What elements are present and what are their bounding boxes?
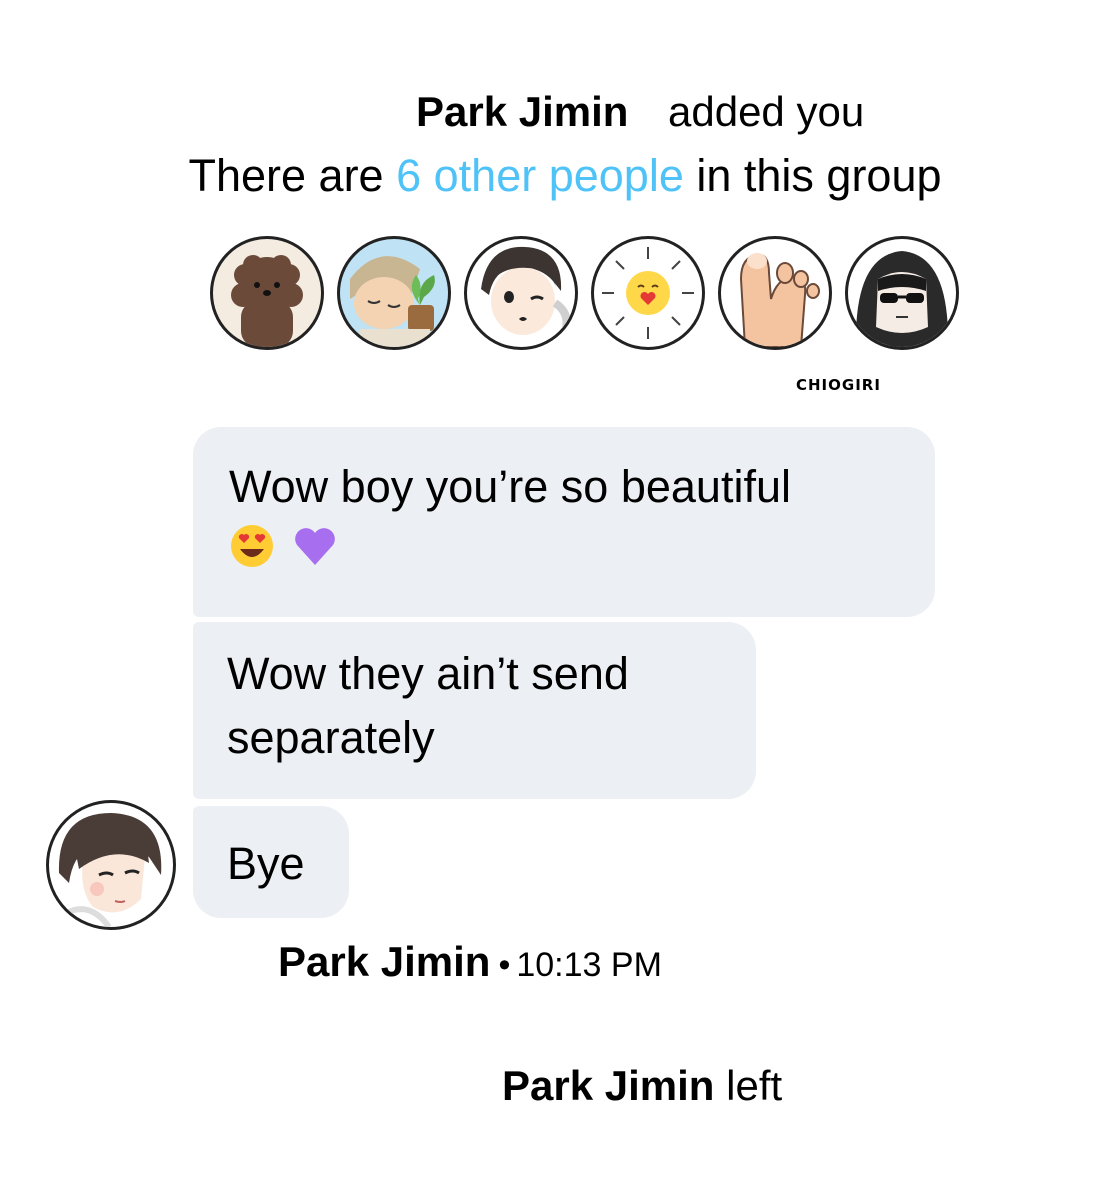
left-text: left (726, 1062, 783, 1109)
added-by-name[interactable]: Park Jimin (416, 88, 628, 136)
heart-eyes-emoji-icon (229, 522, 275, 586)
winking-boy-icon[interactable] (464, 236, 578, 350)
left-name[interactable]: Park Jimin (502, 1062, 714, 1109)
sender-name[interactable]: Park Jimin (278, 938, 490, 985)
message-emojis (229, 519, 899, 586)
foot-icon[interactable] (718, 236, 832, 350)
sun-with-heart-icon[interactable] (591, 236, 705, 350)
other-people-link[interactable]: 6 other people (396, 150, 684, 201)
purple-heart-icon (292, 522, 338, 586)
added-you-text: added you (668, 88, 865, 135)
message-time: 10:13 PM (516, 946, 662, 984)
count-suffix: in this group (696, 150, 942, 201)
message-bubble[interactable]: Bye (193, 806, 349, 918)
message-text: Wow boy you’re so beautiful (229, 461, 791, 512)
meta-separator: • (498, 946, 511, 984)
sleeping-boy-with-plant-icon[interactable] (337, 236, 451, 350)
message-text: Wow they ain’t send (227, 648, 629, 699)
count-prefix: There are (188, 150, 384, 201)
message-text: separately (227, 712, 435, 763)
message-meta: Park Jimin • 10:13 PM (278, 938, 662, 986)
brown-dog-icon[interactable] (210, 236, 324, 350)
left-notice: Park Jimin left (502, 1062, 782, 1110)
boy-portrait-avatar-icon[interactable] (46, 800, 176, 930)
member-avatars (210, 236, 960, 358)
artist-credit: CHIOGIRI (796, 376, 881, 394)
message-bubble[interactable]: Wow boy you’re so beautiful (193, 427, 935, 617)
member-count-notice: There are 6 other people in this group (0, 150, 1120, 202)
hooded-sunglasses-icon[interactable] (845, 236, 959, 350)
message-text: Bye (227, 838, 305, 889)
message-bubble[interactable]: Wow they ain’t send separately (193, 622, 756, 799)
